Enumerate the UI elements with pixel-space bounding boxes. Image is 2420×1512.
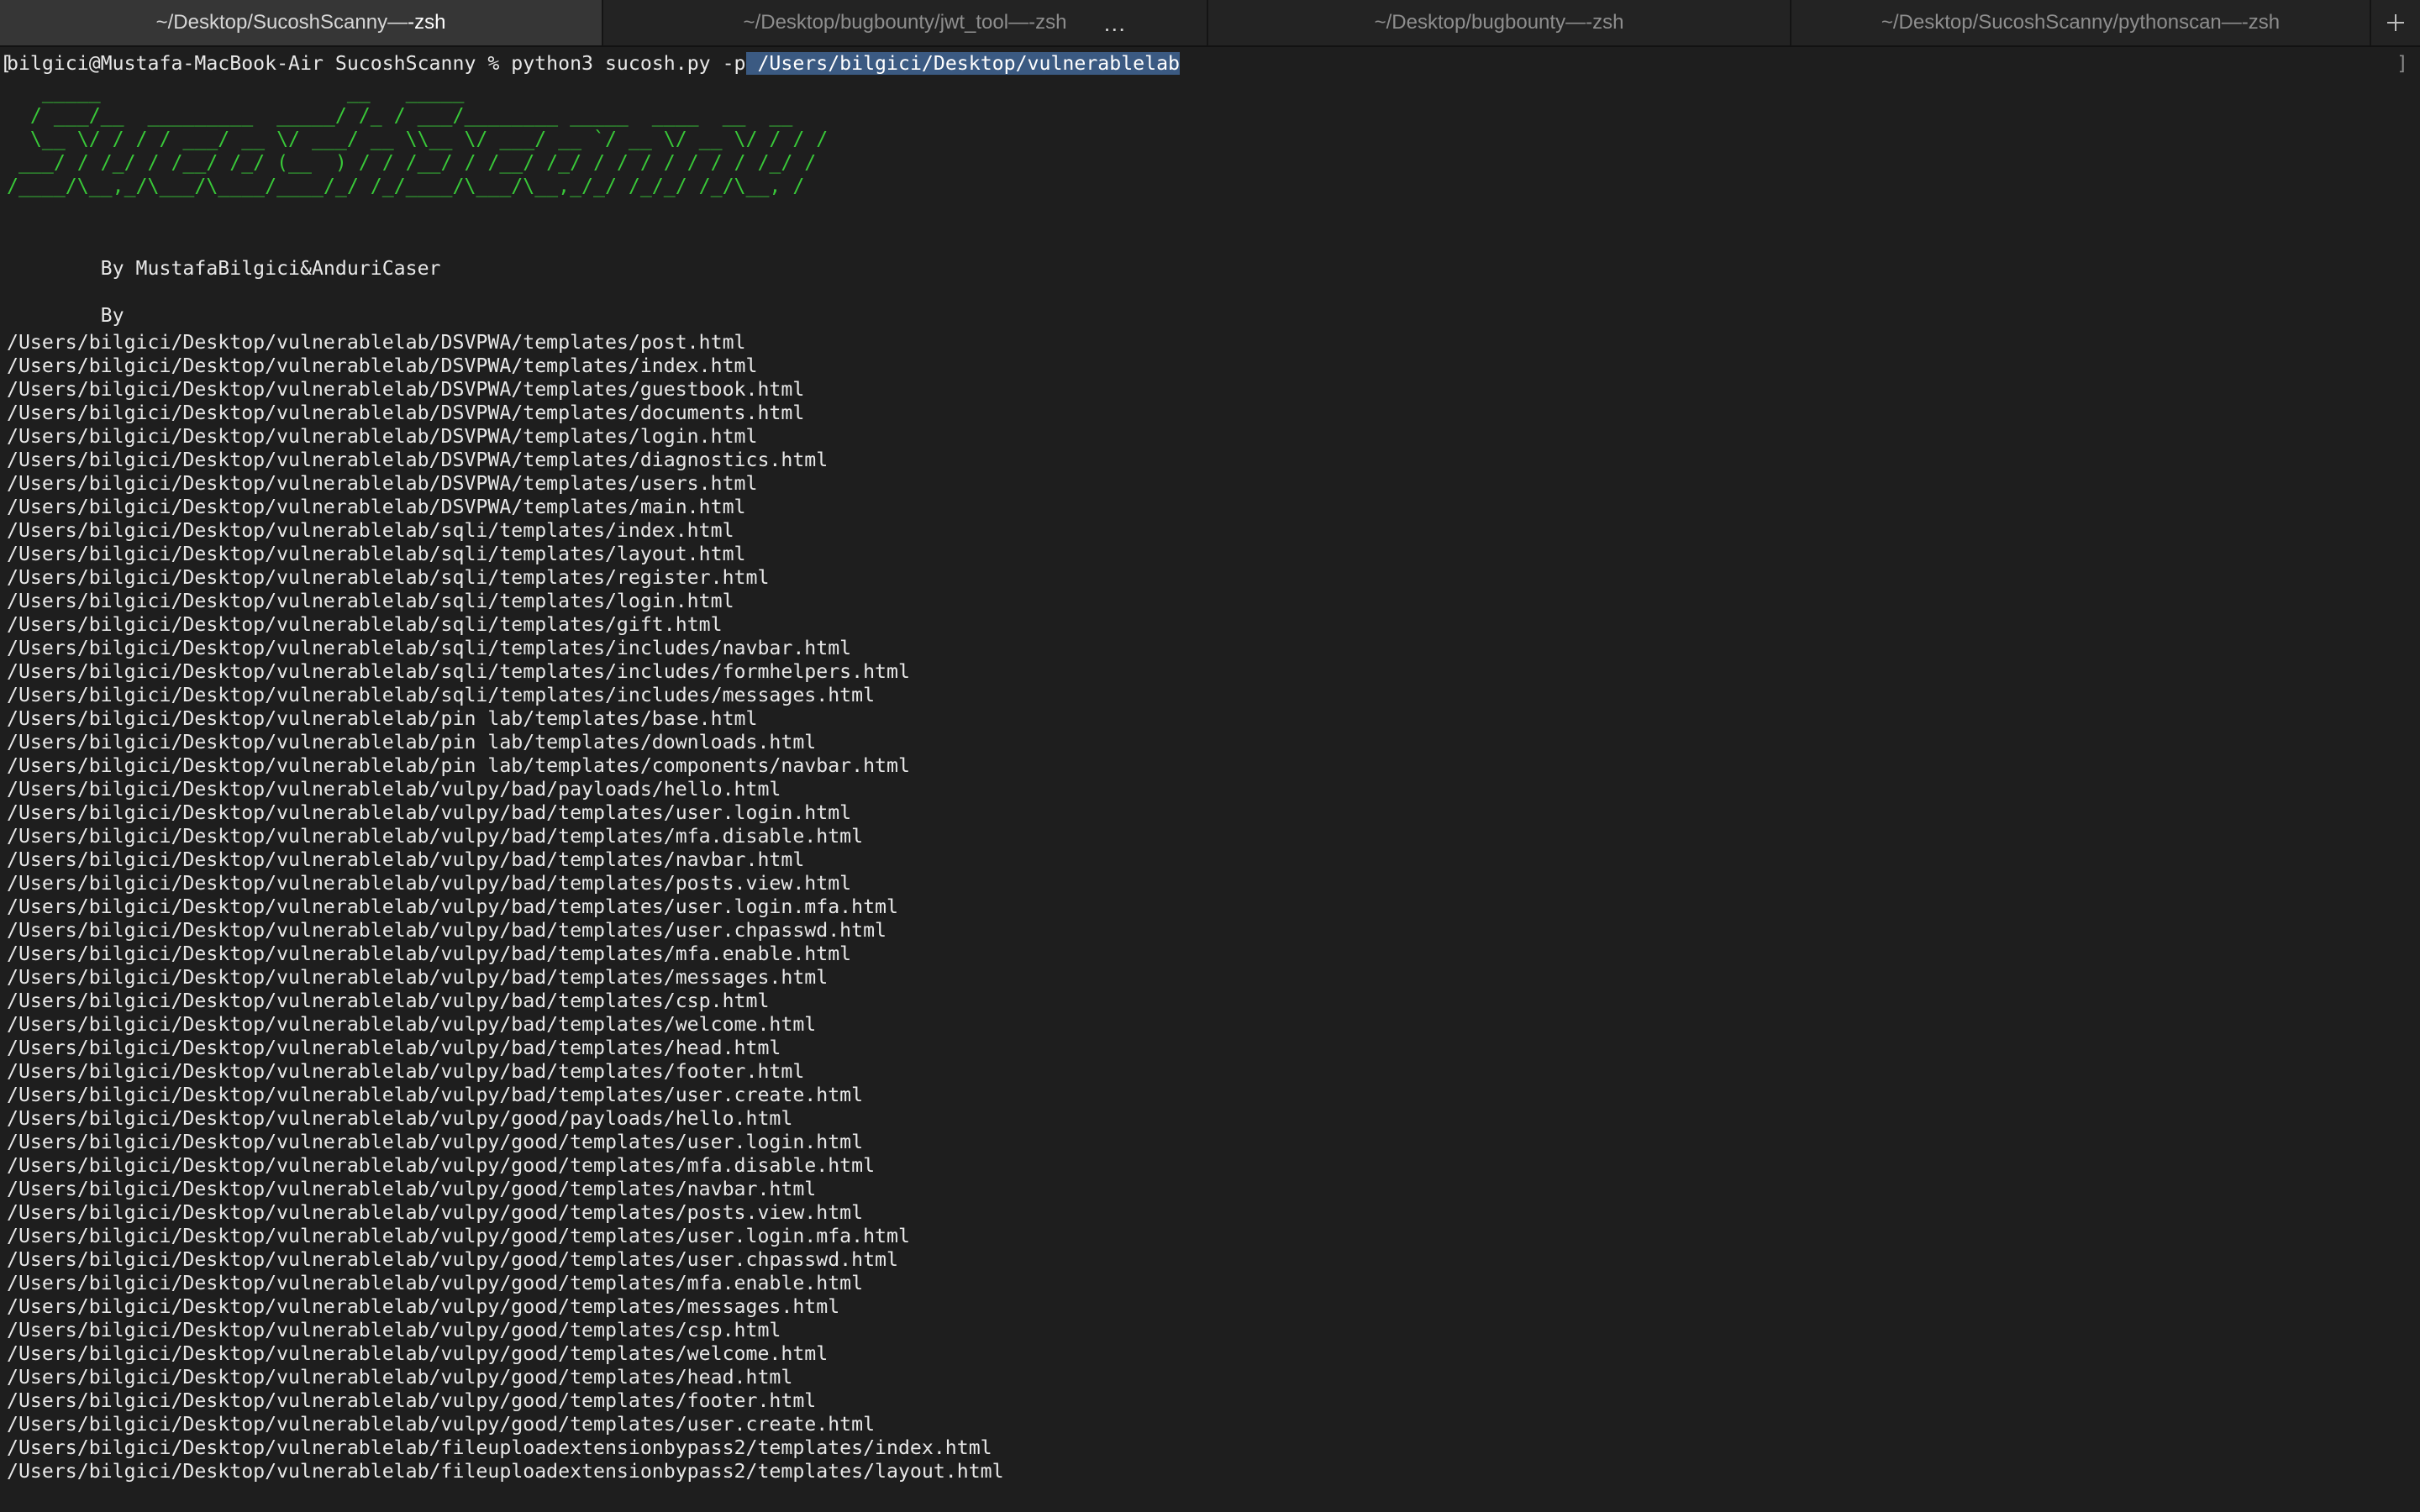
file-path-line: /Users/bilgici/Desktop/vulnerablelab/sql… [7, 543, 746, 565]
file-path-line: /Users/bilgici/Desktop/vulnerablelab/DSV… [7, 354, 758, 377]
file-path-line: /Users/bilgici/Desktop/vulnerablelab/DSV… [7, 472, 758, 495]
file-path-line: /Users/bilgici/Desktop/vulnerablelab/vul… [7, 1248, 898, 1271]
file-path-line: /Users/bilgici/Desktop/vulnerablelab/vul… [7, 801, 852, 824]
file-path-line: /Users/bilgici/Desktop/vulnerablelab/DSV… [7, 378, 805, 401]
file-path-line: /Users/bilgici/Desktop/vulnerablelab/vul… [7, 1272, 864, 1294]
file-path-line: /Users/bilgici/Desktop/vulnerablelab/vul… [7, 1319, 781, 1341]
tab-shell: -zsh [2241, 11, 2281, 34]
tab-pythonscan[interactable]: ~/Desktop/SucoshScanny/pythonscan — -zsh [1791, 0, 2371, 45]
file-path-line: /Users/bilgici/Desktop/vulnerablelab/sql… [7, 566, 770, 589]
file-path-line: /Users/bilgici/Desktop/vulnerablelab/vul… [7, 942, 852, 965]
tab-title: ~/Desktop/SucoshScanny [155, 11, 388, 34]
tab-jwt-tool[interactable]: ~/Desktop/bugbounty/jwt_tool — -zsh ... [603, 0, 1208, 45]
file-path-line: /Users/bilgici/Desktop/vulnerablelab/vul… [7, 1225, 910, 1247]
file-path-line: /Users/bilgici/Desktop/vulnerablelab/sql… [7, 684, 876, 706]
file-path-line: /Users/bilgici/Desktop/vulnerablelab/DSV… [7, 331, 746, 354]
tab-separator: — [387, 11, 408, 34]
file-path-line: /Users/bilgici/Desktop/vulnerablelab/sql… [7, 637, 852, 659]
file-path-line: /Users/bilgici/Desktop/vulnerablelab/vul… [7, 1131, 864, 1153]
command-line: bilgici@Mustafa-MacBook-Air SucoshScanny… [7, 52, 1181, 76]
command-text: python3 sucosh.py -p [511, 52, 746, 75]
file-path-line: /Users/bilgici/Desktop/vulnerablelab/vul… [7, 1178, 817, 1200]
tab-shell: -zsh [1586, 11, 1624, 34]
file-path-line: /Users/bilgici/Desktop/vulnerablelab/vul… [7, 1389, 817, 1412]
file-path-line: /Users/bilgici/Desktop/vulnerablelab/DSV… [7, 425, 758, 448]
file-path-line: /Users/bilgici/Desktop/vulnerablelab/DSV… [7, 496, 746, 518]
new-tab-button[interactable] [2371, 0, 2420, 45]
file-path-line: /Users/bilgici/Desktop/vulnerablelab/vul… [7, 1342, 829, 1365]
file-path-line: /Users/bilgici/Desktop/vulnerablelab/vul… [7, 825, 864, 848]
file-path-line: /Users/bilgici/Desktop/vulnerablelab/vul… [7, 1154, 876, 1177]
file-path-line: /Users/bilgici/Desktop/vulnerablelab/vul… [7, 1107, 793, 1130]
file-path-line: /Users/bilgici/Desktop/vulnerablelab/pin… [7, 754, 910, 777]
terminal-window: ~/Desktop/SucoshScanny — -zsh ~/Desktop/… [0, 0, 2420, 1512]
tab-separator: — [1565, 11, 1586, 34]
banner-line: \__ \/ / / / ___/ __ \/ ___/ __ \\__ \/ … [7, 128, 829, 150]
file-path-line: /Users/bilgici/Desktop/vulnerablelab/vul… [7, 872, 852, 895]
shell-prompt: bilgici@Mustafa-MacBook-Air SucoshScanny… [7, 52, 512, 75]
file-path-line: /Users/bilgici/Desktop/vulnerablelab/sql… [7, 590, 734, 612]
tab-overflow-indicator: ... [1103, 10, 1126, 36]
tab-sucoshscanny[interactable]: ~/Desktop/SucoshScanny — -zsh [0, 0, 603, 45]
file-path-line: /Users/bilgici/Desktop/vulnerablelab/pin… [7, 731, 817, 753]
file-path-line: /Users/bilgici/Desktop/vulnerablelab/fil… [7, 1436, 992, 1459]
tab-shell: -zsh [408, 11, 446, 34]
file-path-line: /Users/bilgici/Desktop/vulnerablelab/vul… [7, 1366, 793, 1389]
terminal-output[interactable]: [ bilgici@Mustafa-MacBook-Air SucoshScan… [0, 47, 2420, 1512]
file-path-line: /Users/bilgici/Desktop/vulnerablelab/vul… [7, 895, 898, 918]
file-path-line: /Users/bilgici/Desktop/vulnerablelab/vul… [7, 1084, 864, 1106]
selected-path-argument[interactable]: /Users/bilgici/Desktop/vulnerablelab [745, 52, 1181, 75]
file-path-line: /Users/bilgici/Desktop/vulnerablelab/vul… [7, 1295, 840, 1318]
credits-line: By MustafaBilgici&AnduriCaser [7, 257, 441, 280]
tab-separator: — [2221, 11, 2242, 34]
file-path-line: /Users/bilgici/Desktop/vulnerablelab/vul… [7, 778, 781, 801]
file-path-line: /Users/bilgici/Desktop/vulnerablelab/DSV… [7, 402, 805, 424]
file-path-line: /Users/bilgici/Desktop/vulnerablelab/vul… [7, 848, 805, 871]
file-path-line: /Users/bilgici/Desktop/vulnerablelab/vul… [7, 990, 770, 1012]
file-path-line: /Users/bilgici/Desktop/vulnerablelab/vul… [7, 1013, 817, 1036]
file-path-line: /Users/bilgici/Desktop/vulnerablelab/sql… [7, 660, 910, 683]
banner-line: / ___/__ _________ _____/ /_ / ___/_____… [7, 104, 793, 127]
tab-shell: -zsh [1028, 11, 1067, 34]
file-path-line: /Users/bilgici/Desktop/vulnerablelab/sql… [7, 613, 723, 636]
file-path-line: /Users/bilgici/Desktop/vulnerablelab/vul… [7, 1413, 876, 1436]
tab-bugbounty[interactable]: ~/Desktop/bugbounty — -zsh [1208, 0, 1791, 45]
file-path-line: /Users/bilgici/Desktop/vulnerablelab/vul… [7, 966, 829, 989]
by-line: By [7, 304, 124, 327]
tab-title: ~/Desktop/SucoshScanny/pythonscan [1881, 11, 2222, 34]
file-path-line: /Users/bilgici/Desktop/vulnerablelab/vul… [7, 1037, 781, 1059]
tab-title: ~/Desktop/bugbounty/jwt_tool [743, 11, 1009, 34]
file-path-line: /Users/bilgici/Desktop/vulnerablelab/vul… [7, 919, 887, 942]
file-path-line: /Users/bilgici/Desktop/vulnerablelab/pin… [7, 707, 758, 730]
tab-separator: — [1008, 11, 1029, 34]
banner-line: /____/\__,_/\___/\____/____/_/ /_/____/\… [7, 175, 829, 197]
file-path-line: /Users/bilgici/Desktop/vulnerablelab/fil… [7, 1460, 1004, 1483]
file-path-line: /Users/bilgici/Desktop/vulnerablelab/sql… [7, 519, 734, 542]
tab-title: ~/Desktop/bugbounty [1374, 11, 1566, 34]
file-list: /Users/bilgici/Desktop/vulnerablelab/DSV… [7, 331, 1004, 1483]
file-path-line: /Users/bilgici/Desktop/vulnerablelab/vul… [7, 1060, 805, 1083]
file-path-line: /Users/bilgici/Desktop/vulnerablelab/DSV… [7, 449, 829, 471]
ascii-banner: _____ __ _____ / ___/__ _________ _____/… [7, 81, 828, 198]
plus-icon [2387, 14, 2404, 31]
tab-bar: ~/Desktop/SucoshScanny — -zsh ~/Desktop/… [0, 0, 2420, 47]
banner-line: _____ __ _____ [7, 81, 781, 103]
banner-line: ___/ / /_/ / /__/ /_/ (__ ) / / /__/ / /… [7, 151, 829, 174]
file-path-line: /Users/bilgici/Desktop/vulnerablelab/vul… [7, 1201, 864, 1224]
prompt-bracket-right: ] [2396, 52, 2408, 75]
